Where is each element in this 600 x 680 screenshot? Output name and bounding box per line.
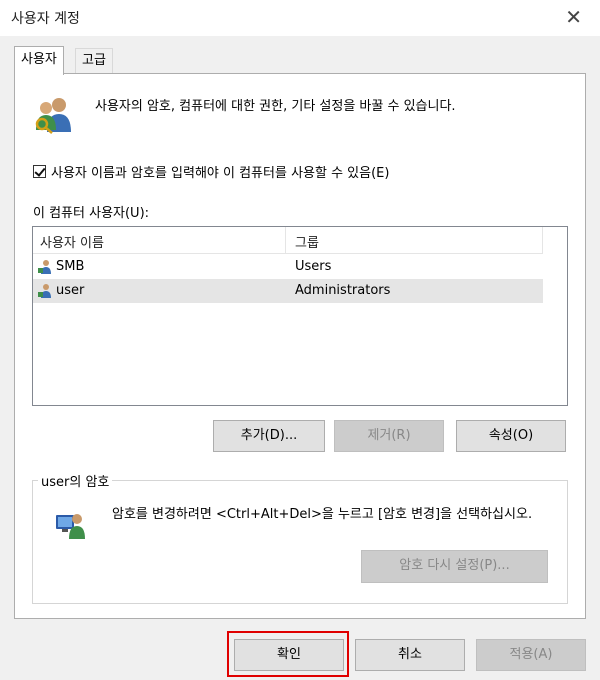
close-icon[interactable]: ✕ [565,6,582,28]
users-keys-icon [35,98,71,134]
table-row[interactable]: user Administrators [33,279,543,303]
user-icon [38,284,51,298]
add-user-button[interactable]: 추가(D)... [213,420,325,452]
remove-user-button[interactable]: 제거(R) [334,420,444,452]
title-bar: 사용자 계정 ✕ [0,0,600,36]
users-listview[interactable]: 사용자 이름 그룹 SMB Users user Administrators [32,226,568,406]
column-divider[interactable] [285,227,286,253]
window-title: 사용자 계정 [11,11,80,27]
row-username: user [56,283,85,298]
properties-button[interactable]: 속성(O) [456,420,566,452]
password-instructions: 암호를 변경하려면 <Ctrl+Alt+Del>을 누르고 [암호 변경]을 선… [112,507,533,522]
list-header: 사용자 이름 그룹 [33,227,543,254]
user-computer-icon [56,514,85,539]
column-header-group[interactable]: 그룹 [295,232,319,251]
row-group: Administrators [295,283,391,298]
description-text: 사용자의 암호, 컴퓨터에 대한 권한, 기타 설정을 바꿀 수 있습니다. [95,99,456,114]
tab-advanced[interactable]: 고급 [75,48,113,73]
tab-users[interactable]: 사용자 [14,46,64,75]
users-list-label: 이 컴퓨터 사용자(U): [33,206,150,221]
ok-button[interactable]: 확인 [234,639,344,671]
row-username: SMB [56,259,85,274]
table-row[interactable]: SMB Users [33,255,543,279]
require-login-label[interactable]: 사용자 이름과 암호를 입력해야 이 컴퓨터를 사용할 수 있음(E) [51,162,389,181]
column-header-username[interactable]: 사용자 이름 [40,232,104,251]
cancel-button[interactable]: 취소 [355,639,465,671]
row-group: Users [295,259,332,274]
password-group-label: user의 암호 [38,471,113,490]
require-login-checkbox[interactable] [33,165,46,178]
password-group [32,480,568,604]
apply-button[interactable]: 적용(A) [476,639,586,671]
column-divider[interactable] [542,227,543,253]
user-icon [38,260,51,274]
reset-password-button[interactable]: 암호 다시 설정(P)... [361,550,548,583]
require-login-option[interactable]: 사용자 이름과 암호를 입력해야 이 컴퓨터를 사용할 수 있음(E) [33,162,389,181]
